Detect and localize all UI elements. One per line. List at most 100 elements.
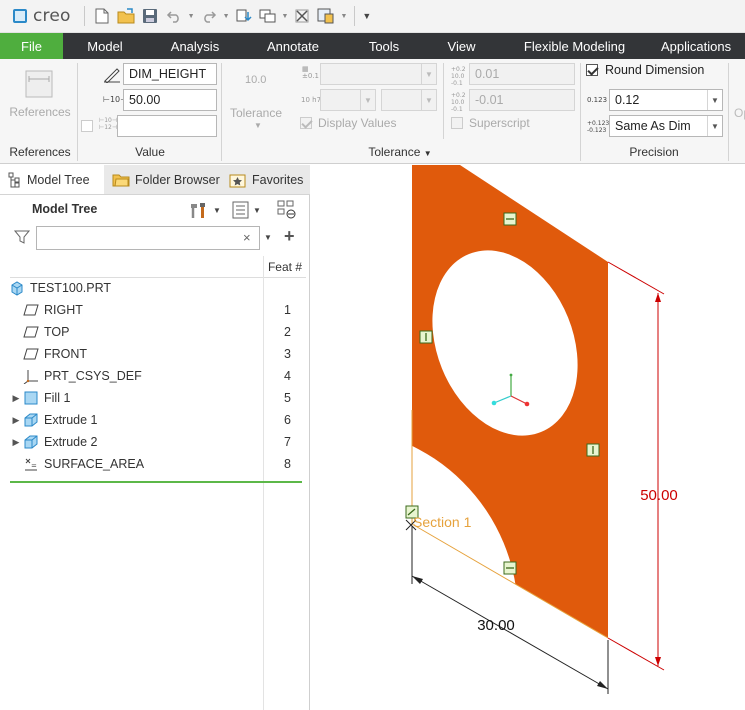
options-group-partial[interactable]: Op bbox=[734, 106, 745, 120]
tolerance-decimals-select[interactable]: Same As Dim ▼ bbox=[609, 115, 723, 137]
clear-search-icon[interactable]: × bbox=[243, 230, 251, 245]
model-canvas[interactable]: Section 1 50.00 30.00 bbox=[311, 165, 745, 710]
app-logo: creo bbox=[13, 6, 71, 26]
height-dimension-value[interactable]: 50.00 bbox=[640, 487, 678, 504]
tolerance-button[interactable]: Tolerance bbox=[230, 106, 282, 120]
tree-item-front[interactable]: FRONT 3 bbox=[10, 343, 306, 365]
tab-folder-browser[interactable]: Folder Browser bbox=[104, 165, 221, 194]
show-list-icon[interactable]: ▼ bbox=[232, 201, 261, 219]
regenerate-icon[interactable] bbox=[234, 6, 254, 26]
graphics-window[interactable]: Section 1 50.00 30.00 bbox=[311, 165, 745, 710]
lower-limit-field[interactable]: -0.01 bbox=[469, 89, 575, 111]
expand-arrow-icon[interactable]: ▶ bbox=[10, 415, 22, 426]
filter-icon[interactable] bbox=[13, 229, 31, 248]
windows-dropdown-icon[interactable]: ▼ bbox=[282, 13, 289, 20]
height-dimension[interactable] bbox=[607, 261, 665, 671]
separator bbox=[443, 63, 444, 139]
tree-item-prt-csys-def[interactable]: PRT_CSYS_DEF 4 bbox=[10, 365, 306, 387]
customize-toolbar-icon[interactable]: ▼ bbox=[362, 11, 371, 21]
dimension-ribbon: References References DIM_HEIGHT ⊢10⊣ 50… bbox=[0, 59, 745, 164]
menu-analysis[interactable]: Analysis bbox=[147, 33, 243, 59]
fit-hole-select[interactable]: ▼ bbox=[320, 89, 376, 111]
tree-item-top[interactable]: TOP 2 bbox=[10, 321, 306, 343]
insert-here-indicator[interactable] bbox=[10, 481, 302, 483]
undo-icon[interactable] bbox=[164, 6, 184, 26]
chevron-down-icon: ▼ bbox=[421, 90, 436, 110]
tolerance-type-select[interactable]: ▼ bbox=[320, 63, 437, 85]
add-filter-icon[interactable]: + bbox=[284, 226, 295, 247]
round-dimension-checkbox[interactable] bbox=[586, 64, 598, 76]
menu-model[interactable]: Model bbox=[63, 33, 147, 59]
expand-arrow-icon[interactable]: ▶ bbox=[10, 393, 22, 404]
references-button[interactable]: References bbox=[4, 105, 76, 119]
display-style-dropdown-icon[interactable]: ▼ bbox=[340, 13, 347, 20]
tolerance-group-label[interactable]: Tolerance ▼ bbox=[300, 145, 500, 159]
width-dimension-value[interactable]: 30.00 bbox=[477, 617, 515, 634]
display-values-checkbox[interactable] bbox=[300, 117, 312, 129]
redo-dropdown-icon[interactable]: ▼ bbox=[223, 13, 230, 20]
value-group-label: Value bbox=[135, 145, 165, 159]
datum-plane-icon bbox=[22, 346, 40, 362]
creo-logo-icon bbox=[13, 9, 27, 23]
tree-item-feat-number: 8 bbox=[284, 457, 291, 471]
drag-handle[interactable] bbox=[586, 443, 600, 457]
tree-root-item[interactable]: TEST100.PRT bbox=[10, 277, 306, 299]
tree-settings-icon[interactable]: ▼ bbox=[188, 201, 221, 219]
menu-applications[interactable]: Applications bbox=[651, 33, 745, 59]
windows-icon[interactable] bbox=[258, 6, 278, 26]
superscript-label: Superscript bbox=[469, 116, 530, 130]
tree-item-feat-number: 7 bbox=[284, 435, 291, 449]
round-dimension-label: Round Dimension bbox=[605, 63, 705, 77]
tree-item-extrude-2[interactable]: ▶ Extrude 2 7 bbox=[10, 431, 306, 453]
decimal-places-select[interactable]: 0.12 ▼ bbox=[609, 89, 723, 111]
chevron-down-icon: ▼ bbox=[707, 116, 722, 136]
superscript-checkbox[interactable] bbox=[451, 117, 463, 129]
tree-item-right[interactable]: RIGHT 1 bbox=[10, 299, 306, 321]
drag-handle[interactable] bbox=[419, 330, 433, 344]
new-file-icon[interactable] bbox=[92, 6, 112, 26]
fit-shaft-select[interactable]: ▼ bbox=[381, 89, 437, 111]
tree-title: Model Tree bbox=[32, 202, 98, 216]
override-value-field[interactable] bbox=[117, 115, 217, 137]
menu-annotate[interactable]: Annotate bbox=[243, 33, 343, 59]
show-dropdown-icon[interactable]: ▼ bbox=[253, 206, 261, 215]
menu-tools[interactable]: Tools bbox=[343, 33, 425, 59]
drag-handle[interactable] bbox=[503, 212, 517, 226]
drag-handle[interactable] bbox=[503, 561, 517, 575]
value-option-checkbox[interactable] bbox=[81, 120, 93, 132]
tree-search-input[interactable] bbox=[36, 226, 260, 250]
tree-item-fill-1[interactable]: ▶ Fill 1 5 bbox=[10, 387, 306, 409]
tolerance-dropdown-icon[interactable]: ▼ bbox=[254, 121, 262, 130]
references-button-icon[interactable] bbox=[24, 67, 54, 102]
dimension-value-field[interactable]: 50.00 bbox=[123, 89, 217, 111]
redo-icon[interactable] bbox=[199, 6, 219, 26]
menu-flexible-modeling[interactable]: Flexible Modeling bbox=[498, 33, 651, 59]
separator bbox=[728, 63, 729, 161]
close-window-icon[interactable] bbox=[292, 6, 312, 26]
tree-item-extrude-1[interactable]: ▶ Extrude 1 6 bbox=[10, 409, 306, 431]
tab-favorites[interactable]: Favorites bbox=[221, 165, 310, 194]
navigator-tabs: Model Tree Folder Browser Favorites bbox=[0, 165, 310, 195]
menu-file[interactable]: File bbox=[0, 33, 63, 59]
dimension-name-field[interactable]: DIM_HEIGHT bbox=[123, 63, 217, 85]
expand-arrow-icon[interactable]: ▶ bbox=[10, 437, 22, 448]
lower-limit-icon: +0.2 10.0 -0.1 bbox=[451, 92, 466, 113]
tree-item-surface-area[interactable]: = SURFACE_AREA 8 bbox=[10, 453, 306, 475]
analysis-icon: = bbox=[22, 456, 40, 472]
menu-view[interactable]: View bbox=[425, 33, 498, 59]
open-folder-icon[interactable] bbox=[116, 6, 136, 26]
dimension-name-icon bbox=[103, 67, 121, 86]
tree-settings-dropdown-icon[interactable]: ▼ bbox=[213, 206, 221, 215]
display-style-icon[interactable] bbox=[316, 6, 336, 26]
feat-number-column[interactable]: Feat # bbox=[268, 260, 302, 274]
upper-limit-field[interactable]: 0.01 bbox=[469, 63, 575, 85]
separator bbox=[83, 6, 85, 26]
tree-filter-settings-icon[interactable] bbox=[277, 200, 297, 223]
undo-dropdown-icon[interactable]: ▼ bbox=[188, 13, 195, 20]
tree-header: Model Tree ▼ ▼ bbox=[0, 195, 310, 223]
save-icon[interactable] bbox=[140, 6, 160, 26]
tab-model-tree[interactable]: Model Tree bbox=[0, 165, 104, 194]
navigator-panel: Model Tree Folder Browser Favorites Mode… bbox=[0, 165, 310, 710]
search-dropdown-icon[interactable]: ▼ bbox=[264, 233, 272, 242]
tree-item-feat-number: 5 bbox=[284, 391, 291, 405]
